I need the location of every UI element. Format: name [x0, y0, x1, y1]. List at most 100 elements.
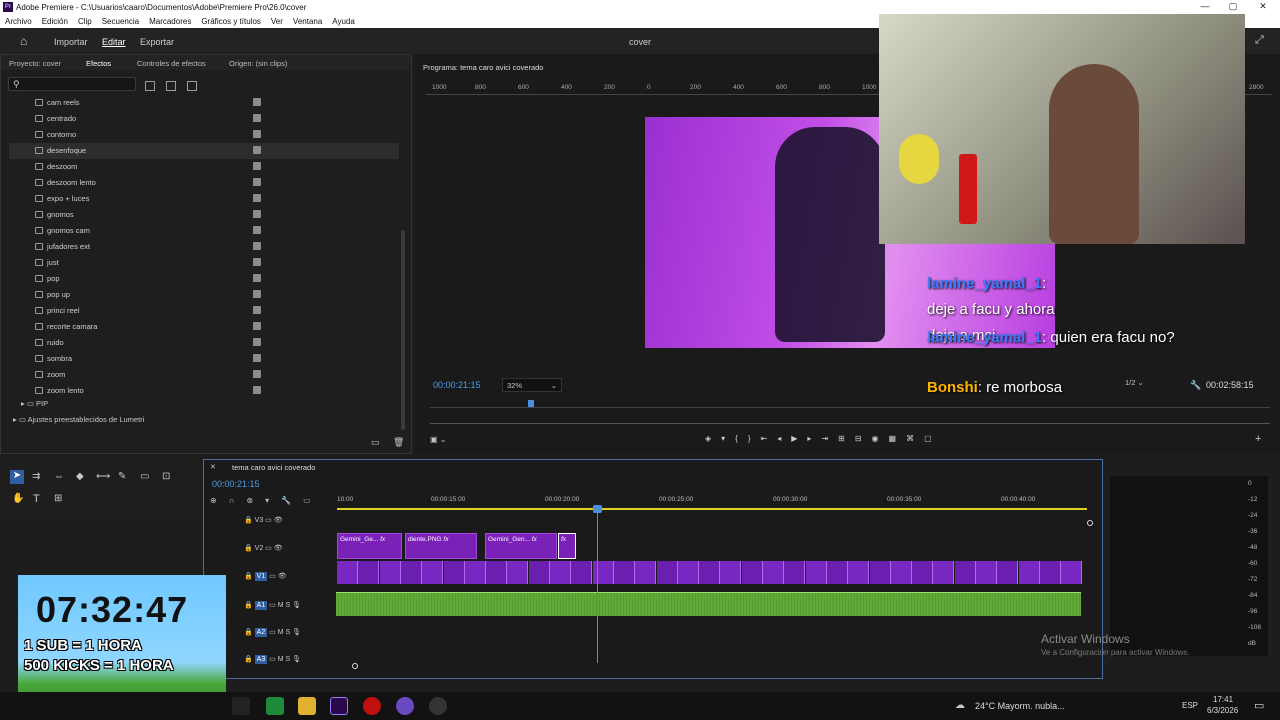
new-bin-icon[interactable]: [145, 81, 155, 91]
folder-lumetri[interactable]: ▸ ▭ Ajustes preestablecidos de Lumetri: [13, 415, 144, 424]
v1-clip[interactable]: [422, 561, 444, 584]
monitor-settings-icon[interactable]: ▣ ⌄: [430, 435, 452, 447]
menu-archivo[interactable]: Archivo: [0, 15, 37, 28]
marker-icon[interactable]: ▾: [721, 434, 735, 443]
pen-icon[interactable]: ✎: [118, 471, 126, 482]
effects-preset-item[interactable]: expo + luces: [9, 191, 399, 207]
opera-icon[interactable]: [363, 697, 381, 715]
rectangle-icon[interactable]: ▭: [140, 471, 149, 482]
resolution-select[interactable]: 1/2 ⌄: [1125, 378, 1177, 392]
v1-clip[interactable]: [741, 561, 763, 584]
hand-icon[interactable]: ✋: [12, 493, 24, 504]
extract-icon[interactable]: ⊟: [855, 434, 872, 443]
snap-icon[interactable]: ∩: [229, 496, 247, 505]
clock-time[interactable]: 17:41: [1213, 695, 1233, 704]
effects-preset-item[interactable]: ruido: [9, 335, 399, 351]
export-frame-icon[interactable]: ◉: [872, 434, 889, 443]
v1-clip[interactable]: [954, 561, 976, 584]
wrench-icon[interactable]: 🔧: [1190, 380, 1201, 391]
effects-preset-item[interactable]: contorno: [9, 127, 399, 143]
effects-preset-item[interactable]: pop up: [9, 287, 399, 303]
effects-preset-item[interactable]: princi reel: [9, 303, 399, 319]
v1-clip[interactable]: [976, 561, 997, 584]
track-name[interactable]: V3: [255, 517, 264, 524]
caption-icon[interactable]: ⊞: [54, 493, 62, 504]
safe-margins-icon[interactable]: ▢: [924, 434, 942, 443]
v1-clip[interactable]: [592, 561, 614, 584]
yuv-icon[interactable]: [187, 81, 197, 91]
v1-clip[interactable]: [784, 561, 806, 584]
track-header[interactable]: 🔒 A1 ▭ M S 🎙: [244, 601, 334, 613]
v1-clip[interactable]: [720, 561, 742, 584]
accelerated-icon[interactable]: [166, 81, 176, 91]
effects-preset-item[interactable]: pop: [9, 271, 399, 287]
playhead-handle[interactable]: [593, 505, 602, 513]
ripple-edit-icon[interactable]: ⇔: [54, 471, 64, 482]
v1-clip[interactable]: [656, 561, 678, 584]
slip-icon[interactable]: ⟷: [96, 471, 110, 482]
type-icon[interactable]: T: [33, 493, 40, 505]
effects-preset-item[interactable]: cam reels: [9, 95, 399, 111]
effects-preset-item[interactable]: centrado: [9, 111, 399, 127]
notifications-icon[interactable]: ▭: [1254, 699, 1264, 712]
zoom-handle[interactable]: [352, 663, 358, 669]
track-name[interactable]: V1: [254, 572, 268, 581]
lock-icon[interactable]: 🔒: [244, 629, 253, 636]
captions-icon[interactable]: ▭: [303, 496, 323, 505]
mark-in-icon[interactable]: {: [735, 434, 748, 443]
compare-icon[interactable]: ▦: [889, 434, 907, 443]
frame-icon[interactable]: ⊡: [162, 471, 170, 482]
menu-secuencia[interactable]: Secuencia: [97, 15, 144, 28]
vr-icon[interactable]: ⌘: [906, 434, 924, 443]
eye-icon[interactable]: M S 🎙: [278, 656, 301, 663]
scrollbar[interactable]: [401, 230, 405, 430]
track-header[interactable]: 🔒 V3 ▭ 👁: [244, 516, 334, 528]
clip-selected[interactable]: fx: [558, 533, 576, 559]
home-icon[interactable]: ⌂: [20, 34, 27, 48]
tab-effects[interactable]: Efectos: [86, 59, 111, 68]
lift-icon[interactable]: ⊞: [838, 434, 855, 443]
track-name[interactable]: A3: [254, 655, 268, 664]
linked-icon[interactable]: ⊗: [246, 496, 265, 505]
menu-edicion[interactable]: Edición: [37, 15, 73, 28]
v1-clip[interactable]: [699, 561, 721, 584]
step-forward-icon[interactable]: ▸: [807, 434, 821, 443]
clip-gemini-1[interactable]: Gemini_Ge... fx: [337, 533, 402, 559]
menu-ayuda[interactable]: Ayuda: [327, 15, 360, 28]
export-tab[interactable]: Exportar: [140, 37, 174, 47]
selection-tool-icon[interactable]: ➤: [10, 470, 24, 484]
clip-diente[interactable]: diente.PNG fx: [405, 533, 477, 559]
lock-icon[interactable]: 🔒: [244, 656, 253, 663]
v1-clip[interactable]: [400, 561, 422, 584]
track-select-icon[interactable]: ⇉: [32, 471, 40, 482]
effects-preset-item[interactable]: sombra: [9, 351, 399, 367]
goto-out-icon[interactable]: ⇥: [821, 434, 838, 443]
discord-icon[interactable]: [396, 697, 414, 715]
effects-preset-item[interactable]: deszoom: [9, 159, 399, 175]
v1-clip[interactable]: [848, 561, 870, 584]
eye-icon[interactable]: 👁: [278, 573, 287, 580]
tab-source[interactable]: Origen: (sin clips): [229, 59, 287, 68]
v1-clip[interactable]: [358, 561, 380, 584]
close-button[interactable]: ✕: [1250, 1, 1276, 14]
goto-in-icon[interactable]: ⇤: [761, 434, 778, 443]
v1-clip[interactable]: [528, 561, 550, 584]
monitor-scrollbar[interactable]: [430, 423, 1270, 424]
fullscreen-icon[interactable]: ⤢: [1255, 34, 1264, 47]
nest-icon[interactable]: ⊕: [210, 496, 229, 505]
track-header[interactable]: 🔒 A2 ▭ M S 🎙: [244, 628, 334, 640]
effects-preset-item[interactable]: desenfoque: [9, 143, 399, 159]
settings-wrench-icon[interactable]: 🔧: [281, 496, 303, 505]
program-timecode[interactable]: 00:00:21:15: [433, 380, 481, 390]
timeline-playhead[interactable]: [597, 505, 598, 663]
menu-ventana[interactable]: Ventana: [288, 15, 327, 28]
track-name[interactable]: A1: [254, 601, 268, 610]
timeline-timecode[interactable]: 00:00:21:15: [212, 479, 260, 489]
zoom-select[interactable]: 32% ⌄: [502, 378, 562, 392]
effects-preset-item[interactable]: gnomos cam: [9, 223, 399, 239]
v1-clip[interactable]: [486, 561, 508, 584]
v1-clip[interactable]: [635, 561, 657, 584]
marker-add-icon[interactable]: ▾: [265, 496, 281, 505]
v1-clip[interactable]: [763, 561, 784, 584]
new-folder-icon[interactable]: ▭: [371, 437, 380, 448]
